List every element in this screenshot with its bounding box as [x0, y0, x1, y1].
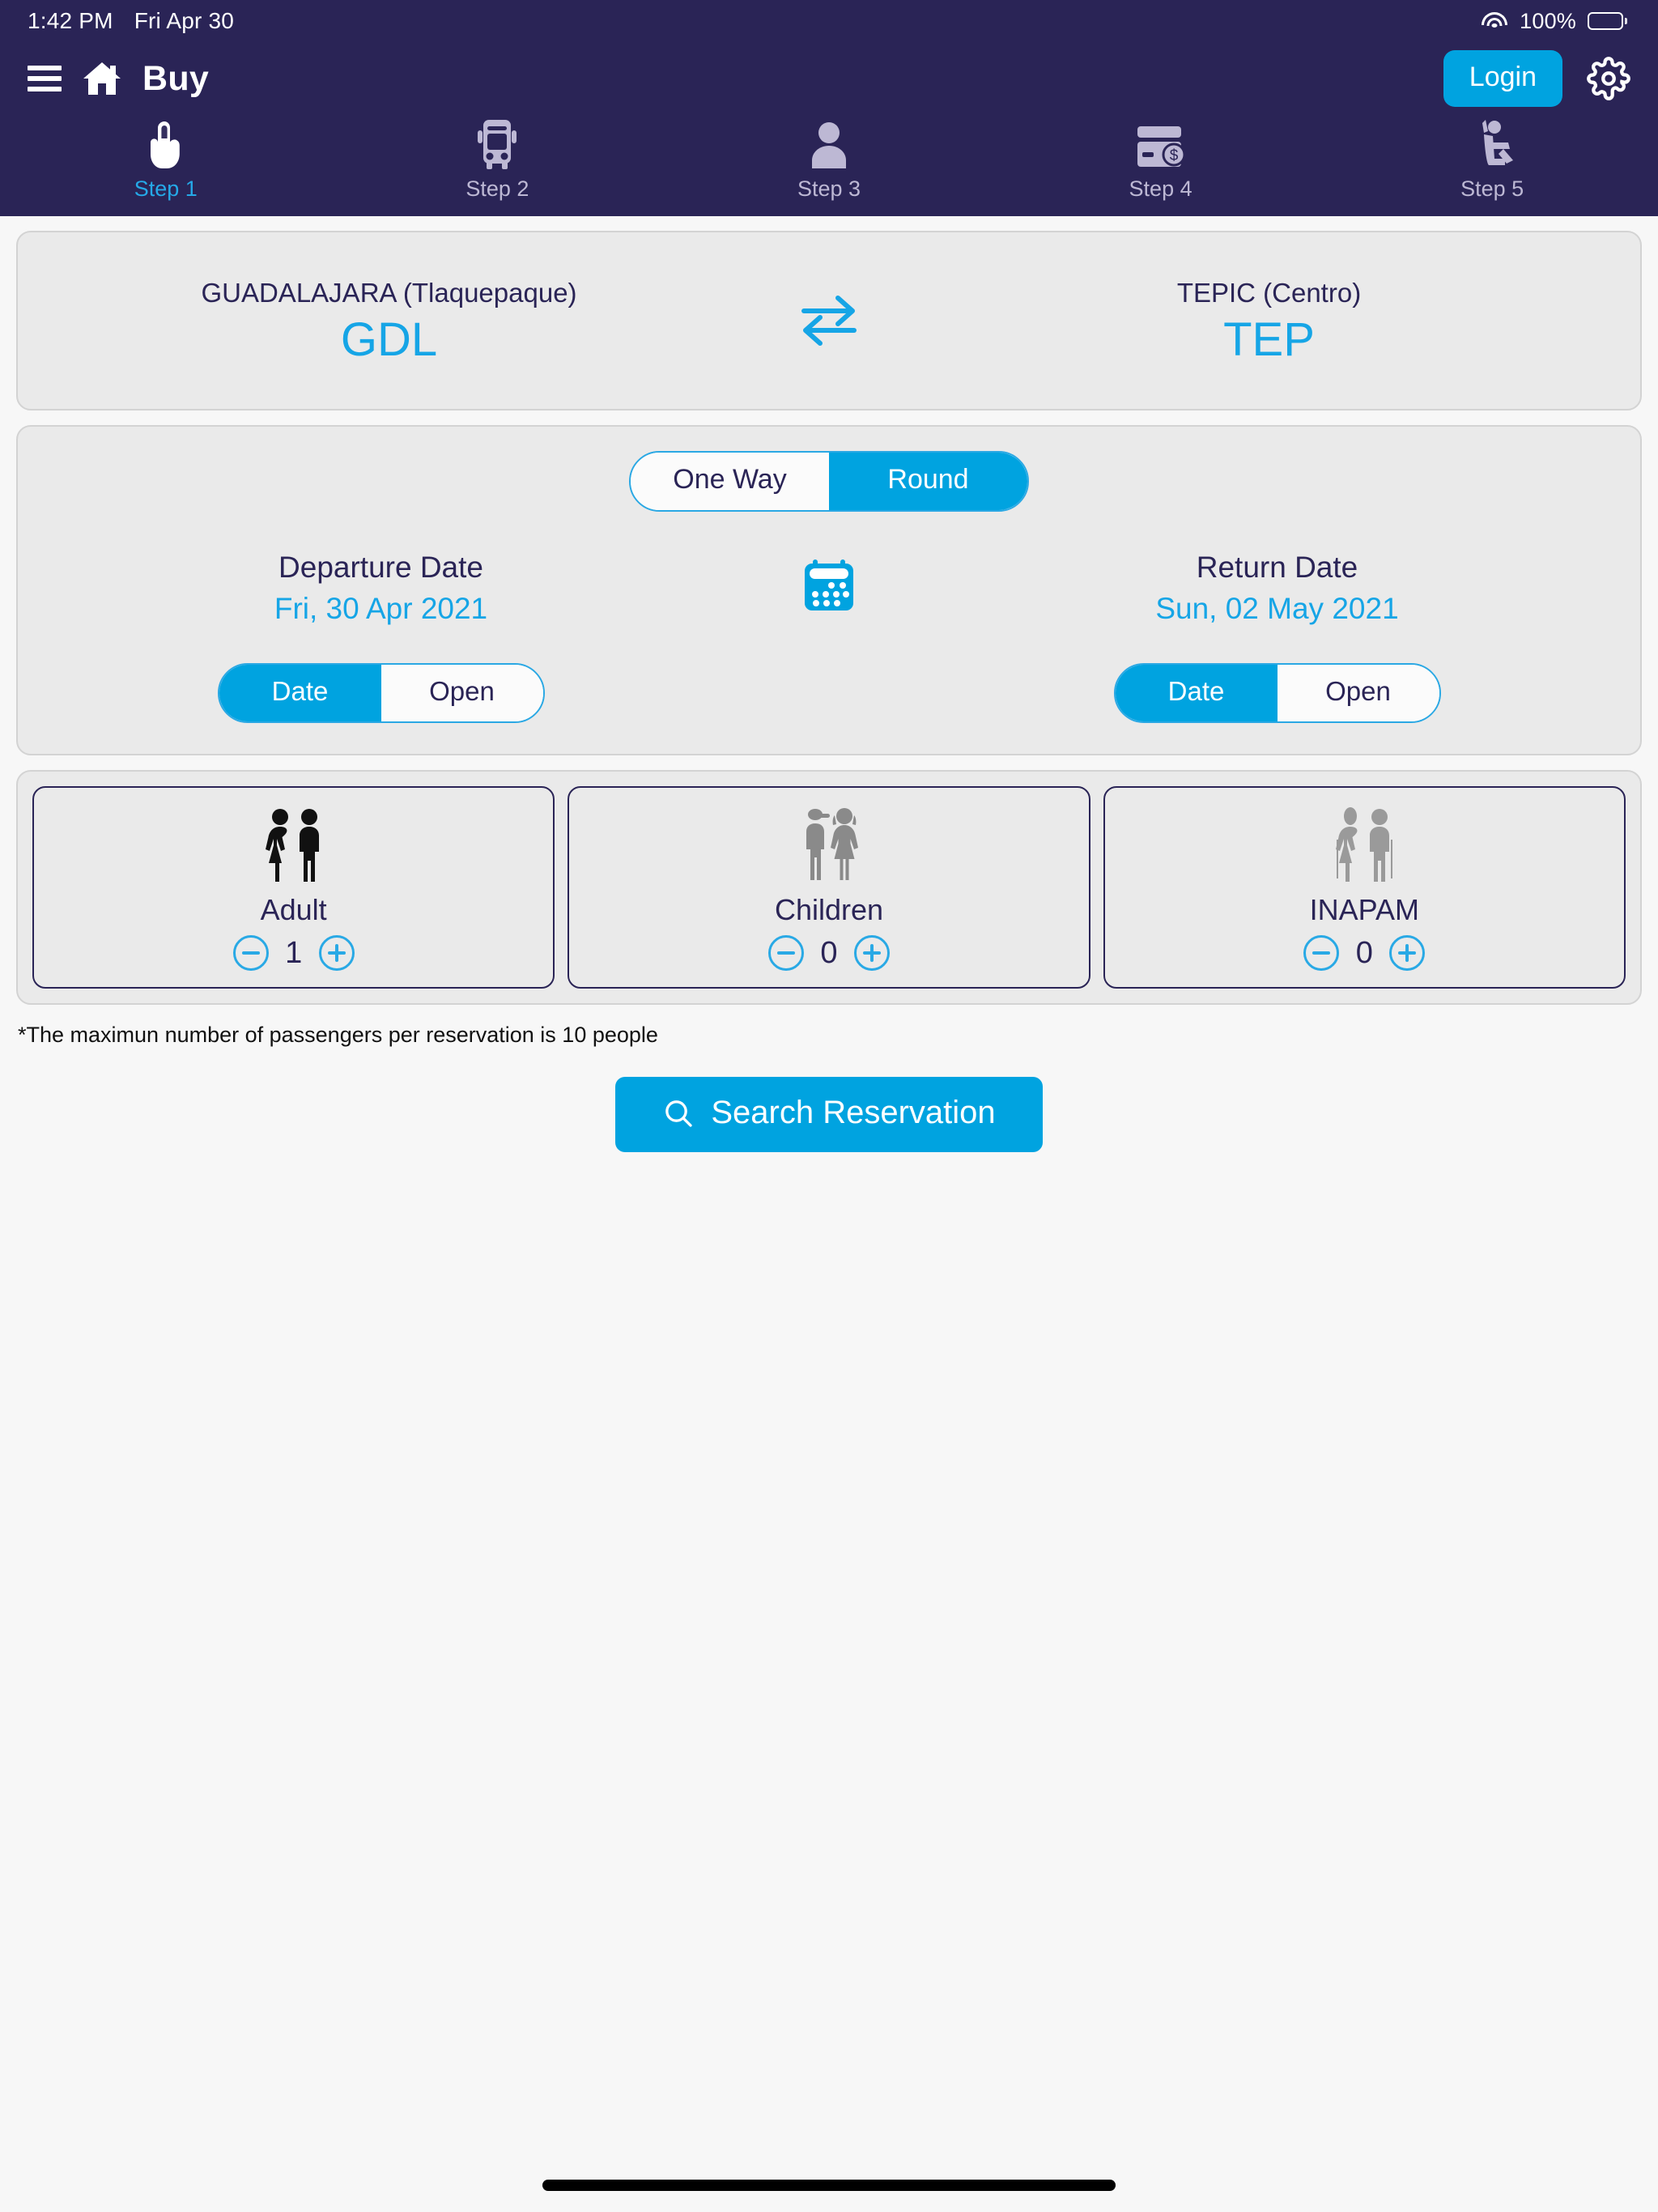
destination-city: TEPIC (Centro) — [1176, 278, 1362, 308]
app-header-left: Buy — [28, 59, 209, 99]
step-1-label: Step 1 — [134, 177, 198, 201]
departure-date-group: Departure Date Fri, 30 Apr 2021 Date Ope… — [18, 551, 744, 723]
status-bar: 1:42 PM Fri Apr 30 100% — [0, 0, 1658, 42]
increment-adult-button[interactable] — [318, 935, 355, 971]
bus-icon — [474, 115, 521, 170]
origin-code: GDL — [340, 313, 438, 366]
app-screen: 1:42 PM Fri Apr 30 100% Buy Login Step 1… — [0, 0, 1658, 2212]
passenger-stepper-adult: 1 — [232, 935, 355, 971]
date-row: Departure Date Fri, 30 Apr 2021 Date Ope… — [18, 551, 1640, 723]
step-3-label: Step 3 — [797, 177, 861, 201]
departure-mode-toggle: Date Open — [217, 663, 545, 723]
wifi-icon — [1481, 11, 1508, 32]
origin-selector[interactable]: GUADALAJARA (Tlaquepaque) GDL — [18, 278, 760, 364]
passenger-label-inapam: INAPAM — [1309, 893, 1419, 926]
trip-type-toggle: One Way Round — [18, 451, 1640, 512]
tap-hand-icon — [145, 115, 187, 170]
status-bar-left: 1:42 PM Fri Apr 30 — [28, 8, 234, 34]
step-2[interactable]: Step 2 — [332, 115, 664, 202]
passenger-count-adult: 1 — [285, 935, 303, 970]
dates-panel: One Way Round Departure Date Fri, 30 Apr… — [16, 425, 1642, 755]
page-title: Buy — [142, 58, 210, 98]
search-button-row: Search Reservation — [0, 1077, 1658, 1152]
passengers-panel: Adult 1 Children 0 INAPAM 0 — [16, 770, 1642, 1005]
step-indicator: Step 1 Step 2 Step 3 $ Step 4 Step 5 — [0, 115, 1658, 216]
step-3[interactable]: Step 3 — [663, 115, 995, 202]
return-date-value[interactable]: Sun, 02 May 2021 — [1155, 592, 1398, 626]
adult-couple-icon — [261, 806, 327, 883]
battery-icon — [1588, 12, 1627, 30]
search-reservation-button[interactable]: Search Reservation — [615, 1077, 1043, 1152]
trip-type-one-way[interactable]: One Way — [631, 453, 829, 510]
senior-couple-icon — [1331, 806, 1397, 883]
decrement-adult-button[interactable] — [232, 935, 269, 971]
status-bar-right: 100% — [1481, 9, 1627, 34]
home-indicator — [542, 2180, 1116, 2191]
return-mode-toggle: Date Open — [1113, 663, 1441, 723]
svg-text:$: $ — [1169, 147, 1178, 164]
search-icon — [665, 1100, 693, 1127]
return-mode-open[interactable]: Open — [1277, 665, 1439, 721]
status-date: Fri Apr 30 — [134, 8, 235, 33]
route-panel: GUADALAJARA (Tlaquepaque) GDL TEPIC (Cen… — [16, 231, 1642, 410]
step-4[interactable]: $ Step 4 — [995, 115, 1327, 202]
seat-passenger-icon — [1468, 115, 1516, 170]
passenger-label-adult: Adult — [260, 893, 327, 926]
departure-date-value[interactable]: Fri, 30 Apr 2021 — [274, 592, 487, 626]
step-4-label: Step 4 — [1129, 177, 1192, 201]
passenger-label-children: Children — [774, 893, 884, 926]
children-icon — [796, 806, 862, 883]
passenger-limit-note: *The maximun number of passengers per re… — [18, 1023, 658, 1047]
increment-children-button[interactable] — [853, 935, 890, 971]
decrement-inapam-button[interactable] — [1303, 935, 1340, 971]
destination-code: TEP — [1223, 313, 1315, 366]
calendar-icon[interactable] — [744, 551, 914, 612]
search-reservation-label: Search Reservation — [711, 1095, 996, 1130]
step-1[interactable]: Step 1 — [0, 115, 332, 202]
origin-city: GUADALAJARA (Tlaquepaque) — [201, 278, 577, 308]
departure-mode-open[interactable]: Open — [380, 665, 543, 721]
step-5-label: Step 5 — [1460, 177, 1524, 201]
departure-mode-date[interactable]: Date — [219, 665, 381, 721]
passenger-stepper-inapam: 0 — [1303, 935, 1426, 971]
passenger-stepper-children: 0 — [767, 935, 890, 971]
step-5[interactable]: Step 5 — [1326, 115, 1658, 202]
decrement-children-button[interactable] — [767, 935, 804, 971]
passenger-card-inapam[interactable]: INAPAM 0 — [1103, 786, 1626, 989]
app-header-right: Login — [1443, 50, 1630, 107]
return-date-group: Return Date Sun, 02 May 2021 Date Open — [914, 551, 1640, 723]
app-header: Buy Login — [0, 42, 1658, 115]
home-icon[interactable] — [83, 61, 121, 96]
status-time: 1:42 PM — [28, 8, 113, 33]
passenger-count-inapam: 0 — [1355, 935, 1373, 970]
destination-selector[interactable]: TEPIC (Centro) TEP — [898, 278, 1640, 364]
payment-card-icon: $ — [1134, 115, 1188, 170]
battery-percent: 100% — [1520, 8, 1576, 33]
trip-type-round[interactable]: Round — [829, 453, 1027, 510]
passenger-card-children[interactable]: Children 0 — [568, 786, 1090, 989]
login-button[interactable]: Login — [1443, 50, 1562, 107]
person-icon — [807, 115, 851, 170]
passenger-count-children: 0 — [820, 935, 838, 970]
trip-type-segmented: One Way Round — [629, 451, 1029, 512]
gear-icon[interactable] — [1587, 57, 1630, 100]
step-2-label: Step 2 — [466, 177, 529, 201]
return-mode-date[interactable]: Date — [1115, 665, 1278, 721]
return-date-label: Return Date — [1196, 551, 1358, 584]
hamburger-menu-icon[interactable] — [28, 66, 62, 91]
increment-inapam-button[interactable] — [1389, 935, 1426, 971]
departure-date-label: Departure Date — [278, 551, 483, 584]
swap-arrows-icon[interactable] — [760, 291, 898, 350]
passenger-card-adult[interactable]: Adult 1 — [32, 786, 555, 989]
